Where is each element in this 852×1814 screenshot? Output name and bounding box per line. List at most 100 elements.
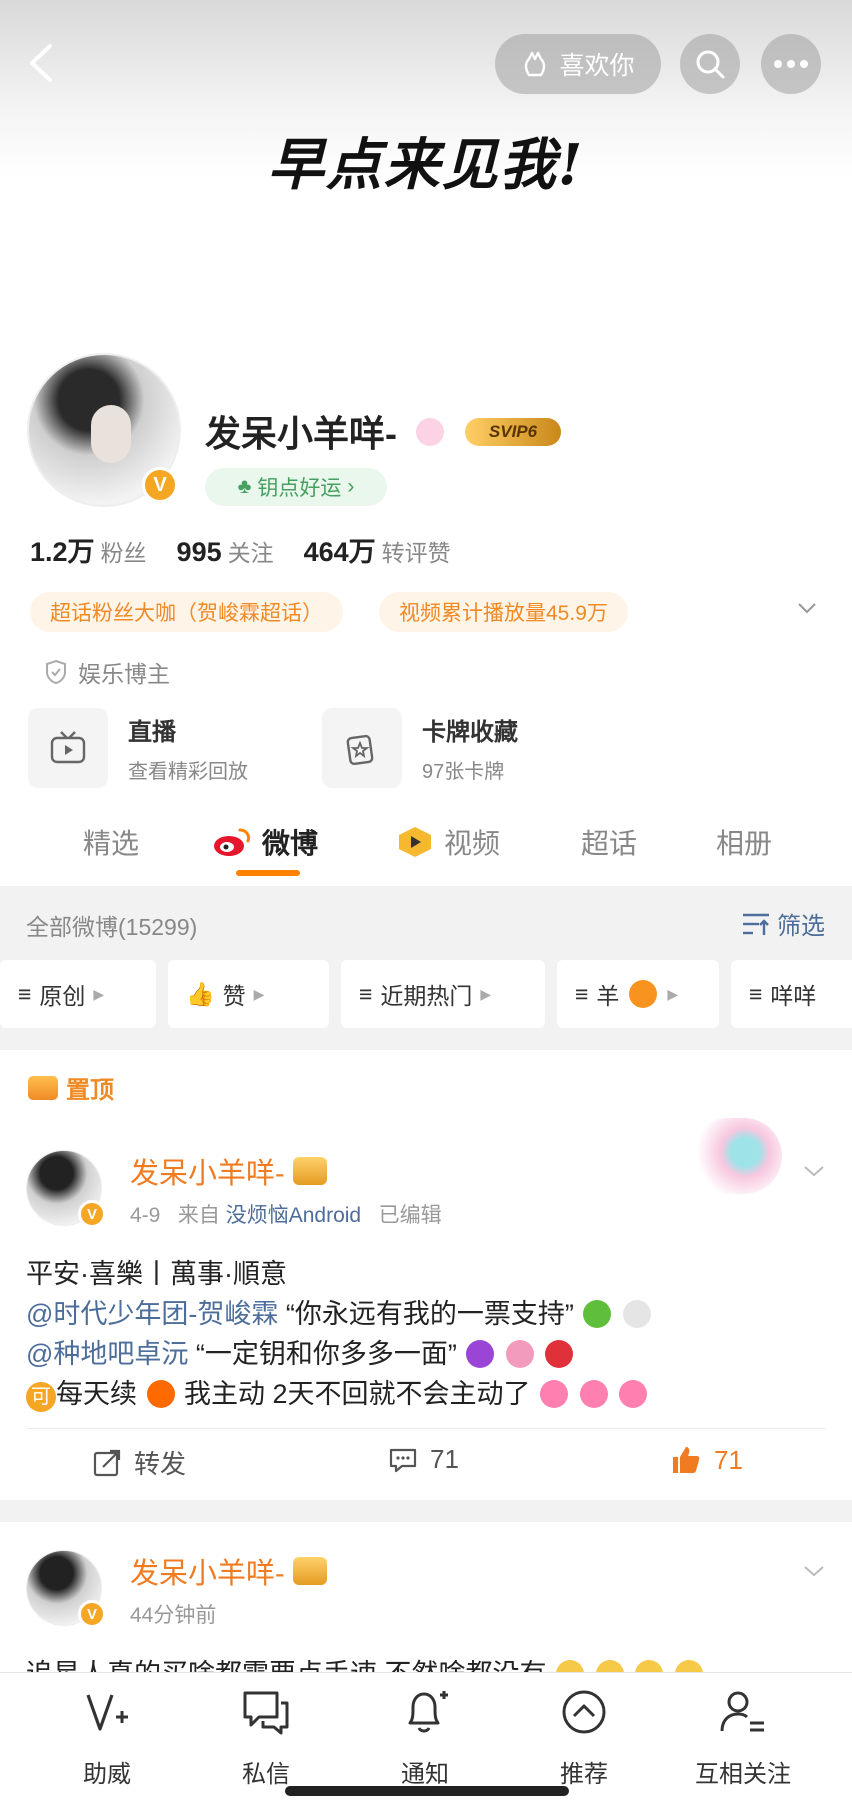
- post-line4-b: 我主动 2天不回就不会主动了: [176, 1379, 531, 1409]
- nav-mutual-follow-label: 互相关注: [695, 1761, 791, 1788]
- post-separator: [0, 1500, 852, 1522]
- active-tab-indicator: [236, 870, 300, 876]
- green-heart-emoji-icon: [583, 1300, 612, 1328]
- tab-supertopic[interactable]: 超话: [581, 822, 637, 862]
- filter-button[interactable]: 筛选: [741, 906, 825, 941]
- nav-notifications-label: 通知: [401, 1761, 449, 1788]
- post-menu-button[interactable]: [803, 1560, 825, 1582]
- chip-recent-hot[interactable]: ≡ 近期热门 ▶: [341, 960, 545, 1028]
- profile-username: 发呆小羊咩-: [205, 413, 397, 454]
- post-author-row[interactable]: 发呆小羊咩-: [130, 1550, 327, 1592]
- search-icon: [696, 50, 725, 79]
- post-edited: 已编辑: [378, 1204, 442, 1227]
- rabbit-emoji-icon: [622, 1300, 651, 1328]
- fan-crown-icon: [292, 1157, 327, 1185]
- more-button[interactable]: [761, 34, 821, 94]
- post-author-row[interactable]: 发呆小羊咩-: [130, 1150, 327, 1192]
- nav-messages[interactable]: 私信: [196, 1687, 336, 1789]
- post-text-line-2: @时代少年团-贺峻霖 “你永远有我的一票支持”: [26, 1292, 653, 1331]
- chip-original[interactable]: ≡ 原创 ▶: [0, 960, 156, 1028]
- mention-link[interactable]: @时代少年团-贺峻霖: [26, 1299, 278, 1329]
- tab-album[interactable]: 相册: [716, 822, 772, 862]
- mutual-follow-icon: [720, 1691, 764, 1732]
- filter-icon: [743, 913, 769, 935]
- post-text-line-3: @种地吧卓沅 “一定钥和你多多一面”: [26, 1332, 575, 1371]
- chip-liked[interactable]: 👍 赞 ▶: [168, 960, 329, 1028]
- female-icon: [416, 418, 444, 446]
- back-button[interactable]: [22, 38, 62, 88]
- card-collection-icon: [322, 708, 402, 788]
- chip-meme-label: 咩咩: [770, 983, 817, 1009]
- repost-icon: [93, 1449, 121, 1476]
- nav-mutual-follow[interactable]: 互相关注: [673, 1687, 813, 1789]
- layers-icon: ≡: [359, 980, 373, 1007]
- like-count: 71: [714, 1444, 743, 1475]
- card-collection-title: 卡牌收藏: [422, 719, 518, 746]
- stat-followers-num: 1.2万: [30, 537, 95, 567]
- tab-featured[interactable]: 精选: [83, 822, 139, 862]
- heart-ribbon-emoji-icon: [619, 1380, 648, 1408]
- video-badge-icon: [399, 827, 431, 857]
- pinned-label-row: 置顶: [28, 1070, 114, 1105]
- chip-sheep[interactable]: ≡ 羊 ▶: [557, 960, 719, 1028]
- tab-weibo[interactable]: 微博: [212, 822, 318, 862]
- nav-recommend[interactable]: 推荐: [514, 1687, 654, 1789]
- caret-right-icon: ▶: [93, 985, 105, 1002]
- heart-ribbon-emoji-icon: [540, 1380, 569, 1408]
- video-plays-tag[interactable]: 视频累计播放量45.9万: [379, 592, 628, 632]
- verified-badge-icon: V: [78, 1200, 106, 1228]
- bell-icon: [408, 1691, 448, 1733]
- search-button[interactable]: [680, 34, 740, 94]
- tab-featured-label: 精选: [83, 828, 140, 859]
- layers-icon: ≡: [575, 980, 589, 1007]
- entertainment-blogger-row: 娱乐博主: [44, 655, 170, 689]
- tab-weibo-label: 微博: [262, 828, 319, 859]
- caret-right-icon: ▶: [253, 985, 265, 1002]
- post-author-name: 发呆小羊咩-: [130, 1558, 285, 1590]
- mention-link[interactable]: @种地吧卓沅: [26, 1339, 188, 1369]
- purple-heart-emoji-icon: [466, 1340, 495, 1368]
- luck-pill-button[interactable]: ♣ 钥点好运 ›: [205, 468, 387, 506]
- stat-following[interactable]: 995 关注: [177, 534, 274, 568]
- comment-count: 71: [430, 1444, 459, 1474]
- nav-recommend-label: 推荐: [560, 1761, 608, 1788]
- tulip-emoji-icon: [505, 1340, 534, 1368]
- crown-icon: [28, 1075, 58, 1100]
- more-dots-icon: [774, 60, 808, 68]
- card-collection-card[interactable]: 卡牌收藏 97张卡牌: [322, 708, 518, 788]
- tab-video[interactable]: 视频: [396, 822, 500, 862]
- comment-button[interactable]: 71: [388, 1444, 459, 1475]
- heart-ribbon-emoji-icon: [579, 1380, 608, 1408]
- repost-button[interactable]: 转发: [92, 1444, 186, 1481]
- pinned-label: 置顶: [66, 1077, 114, 1104]
- chevron-down-icon: [804, 1166, 824, 1177]
- profile-tabs: 精选 微博 视频 超话 相册: [0, 812, 852, 882]
- ke-badge-icon: 可: [26, 1382, 56, 1412]
- svip-badge[interactable]: SVIP6: [465, 418, 561, 446]
- chip-meme[interactable]: ≡ 咩咩: [731, 960, 852, 1028]
- tab-supertopic-label: 超话: [581, 828, 638, 859]
- live-card[interactable]: 直播 查看精彩回放: [28, 708, 248, 788]
- filter-label: 筛选: [777, 913, 825, 940]
- thumb-icon: 👍: [186, 980, 215, 1007]
- caret-right-icon: ▶: [667, 985, 679, 1002]
- post-menu-button[interactable]: [803, 1160, 825, 1182]
- supertopic-fan-tag[interactable]: 超话粉丝大咖（贺峻霖超话）: [30, 592, 343, 632]
- live-card-title: 直播: [128, 719, 176, 746]
- like-button[interactable]: 71: [670, 1444, 743, 1476]
- nav-notifications[interactable]: 通知: [355, 1687, 495, 1789]
- nav-cheer[interactable]: 助威: [37, 1687, 177, 1789]
- verified-badge-icon: V: [142, 467, 178, 503]
- nav-messages-label: 私信: [242, 1761, 290, 1788]
- stat-followers[interactable]: 1.2万 粉丝: [30, 530, 147, 569]
- expand-tags-button[interactable]: [797, 598, 817, 618]
- fan-crown-icon: [292, 1557, 327, 1585]
- strawberry-emoji-icon: [545, 1340, 574, 1368]
- post-actions-divider: [26, 1428, 826, 1429]
- cover-handwriting: 早点来见我!: [267, 132, 585, 198]
- stat-interactions[interactable]: 464万 转评赞: [304, 530, 451, 569]
- weibo-logo-icon: [214, 828, 250, 856]
- post-quote-1: “你永远有我的一票支持”: [278, 1299, 574, 1329]
- post-source[interactable]: 没烦恼Android: [226, 1204, 361, 1227]
- like-you-button[interactable]: 喜欢你: [495, 34, 661, 94]
